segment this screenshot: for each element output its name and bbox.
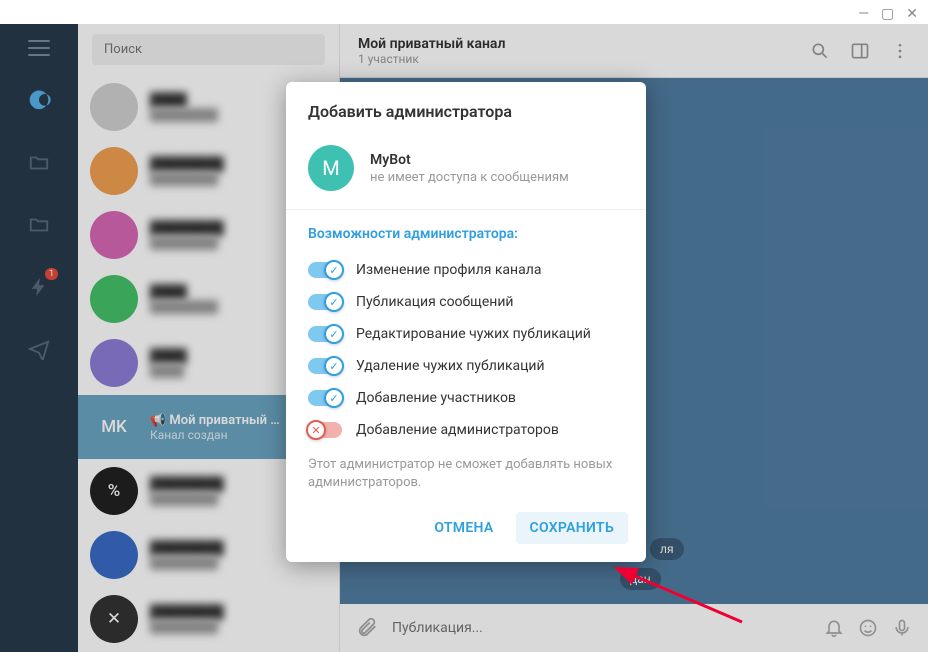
window-controls: — ▢ ✕ xyxy=(858,6,918,22)
permission-toggle[interactable]: ✓ xyxy=(308,358,342,374)
divider xyxy=(286,209,646,210)
permission-label: Добавление администраторов xyxy=(356,422,559,438)
permission-label: Редактирование чужих публикаций xyxy=(356,326,591,342)
dialog-title: Добавить администратора xyxy=(286,102,646,137)
permission-toggle[interactable]: ✓ xyxy=(308,390,342,406)
cancel-button[interactable]: ОТМЕНА xyxy=(420,512,507,544)
permission-label: Публикация сообщений xyxy=(356,294,514,310)
permission-row: ✕ Добавление администраторов xyxy=(286,414,646,446)
permission-label: Добавление участников xyxy=(356,390,516,406)
permissions-title: Возможности администратора: xyxy=(286,226,646,254)
bot-row[interactable]: M MyBot не имеет доступа к сообщениям xyxy=(286,137,646,209)
permission-toggle[interactable]: ✓ xyxy=(308,262,342,278)
permission-label: Изменение профиля канала xyxy=(356,262,541,278)
permission-row: ✓ Публикация сообщений xyxy=(286,286,646,318)
permission-row: ✓ Редактирование чужих публикаций xyxy=(286,318,646,350)
permission-row: ✓ Добавление участников xyxy=(286,382,646,414)
permission-label: Удаление чужих публикаций xyxy=(356,358,545,374)
maximize-button[interactable]: ▢ xyxy=(881,6,894,22)
save-button[interactable]: СОХРАНИТЬ xyxy=(516,512,628,544)
bot-name: MyBot xyxy=(370,152,569,168)
permissions-note: Этот администратор не сможет добавлять н… xyxy=(286,446,646,504)
permission-toggle[interactable]: ✓ xyxy=(308,294,342,310)
permission-toggle[interactable]: ✕ xyxy=(308,422,342,438)
permission-row: ✓ Удаление чужих публикаций xyxy=(286,350,646,382)
add-admin-dialog: Добавить администратора M MyBot не имеет… xyxy=(286,82,646,562)
permission-toggle[interactable]: ✓ xyxy=(308,326,342,342)
minimize-button[interactable]: — xyxy=(858,6,869,22)
close-button[interactable]: ✕ xyxy=(906,6,918,22)
bot-access-note: не имеет доступа к сообщениям xyxy=(370,170,569,185)
bot-avatar: M xyxy=(308,145,354,191)
permission-row: ✓ Изменение профиля канала xyxy=(286,254,646,286)
